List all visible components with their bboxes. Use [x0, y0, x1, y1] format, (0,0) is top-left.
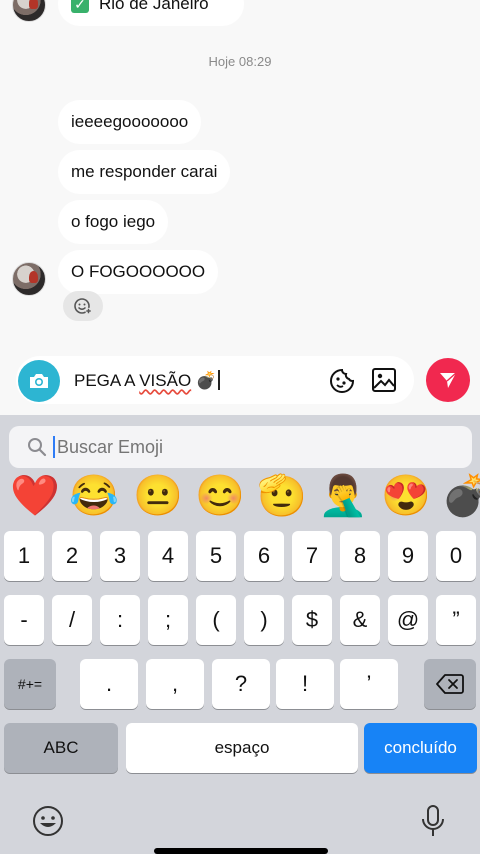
message-text: Rio de Janeiro — [99, 0, 209, 13]
gallery-button[interactable] — [371, 367, 397, 398]
text-caret — [218, 370, 221, 390]
message-bubble[interactable]: O FOGOOOOOO — [58, 250, 219, 294]
image-icon — [372, 368, 396, 392]
search-caret — [53, 436, 55, 458]
send-button[interactable] — [426, 358, 470, 402]
key[interactable]: & — [340, 595, 380, 645]
key[interactable]: @ — [388, 595, 428, 645]
key[interactable]: 3 — [100, 531, 140, 581]
dictation-button[interactable] — [418, 803, 448, 839]
sticker-icon — [330, 368, 355, 393]
key[interactable]: 6 — [244, 531, 284, 581]
key[interactable]: 1 — [4, 531, 44, 581]
key[interactable]: ! — [276, 659, 334, 709]
more-symbols-key[interactable]: #+= — [4, 659, 56, 709]
timestamp: Hoje 08:29 — [208, 54, 272, 69]
emoji-keyboard-button[interactable] — [30, 803, 66, 839]
key[interactable]: / — [52, 595, 92, 645]
key[interactable]: 2 — [52, 531, 92, 581]
check-icon: ✓ — [71, 0, 89, 13]
avatar[interactable] — [12, 0, 46, 22]
add-reaction-icon — [74, 298, 92, 315]
key[interactable]: , — [146, 659, 204, 709]
emoji-suggestion[interactable]: ❤️ — [10, 473, 60, 519]
key[interactable]: . — [80, 659, 138, 709]
done-key[interactable]: concluído — [364, 723, 477, 773]
emoji-suggestions: ❤️ 😂 😐 😊 🫡 🤦‍♂️ 😍 💣 — [0, 473, 480, 525]
emoji-suggestion[interactable]: 😍 — [381, 473, 431, 519]
chat-area: ✓ Rio de Janeiro Hoje 08:29 ieeeegoooooo… — [0, 0, 480, 415]
backspace-key[interactable] — [424, 659, 476, 709]
key[interactable]: ( — [196, 595, 236, 645]
key[interactable]: ; — [148, 595, 188, 645]
send-icon — [440, 372, 457, 388]
emoji-icon — [33, 806, 63, 836]
search-icon — [28, 438, 47, 457]
key[interactable]: 4 — [148, 531, 188, 581]
message-bubble[interactable]: me responder carai — [58, 150, 231, 194]
abc-key[interactable]: ABC — [4, 723, 118, 773]
key[interactable]: ’ — [340, 659, 398, 709]
add-reaction-button[interactable] — [63, 291, 103, 321]
keyboard: ❤️ 😂 😐 😊 🫡 🤦‍♂️ 😍 💣 1 2 3 4 5 6 7 8 9 0 … — [0, 415, 480, 854]
emoji-suggestion[interactable]: 😊 — [195, 473, 245, 519]
message-text: o fogo iego — [71, 212, 156, 231]
camera-icon — [30, 374, 48, 388]
key[interactable]: 8 — [340, 531, 380, 581]
key[interactable]: $ — [292, 595, 332, 645]
message-text: me responder carai — [71, 162, 218, 181]
message-text: ieeeegooooooo — [71, 112, 189, 131]
emoji-suggestion[interactable]: 🤦‍♂️ — [318, 473, 368, 519]
key[interactable]: 0 — [436, 531, 476, 581]
key[interactable]: 5 — [196, 531, 236, 581]
key[interactable]: 9 — [388, 531, 428, 581]
microphone-icon — [422, 805, 444, 836]
emoji-suggestion[interactable]: 😐 — [133, 473, 183, 519]
space-key[interactable]: espaço — [126, 723, 358, 773]
emoji-search-bar[interactable] — [9, 426, 472, 468]
message-input-emoji: 💣 — [191, 371, 218, 390]
key[interactable]: ” — [436, 595, 476, 645]
emoji-suggestion[interactable]: 💣 — [441, 473, 480, 519]
misspelled-word: VISÃO — [139, 371, 192, 390]
key[interactable]: 7 — [292, 531, 332, 581]
sticker-button[interactable] — [328, 367, 356, 400]
emoji-search-input[interactable] — [57, 436, 457, 458]
key[interactable]: : — [100, 595, 140, 645]
message-composer: PEGA A VISÃO 💣 — [16, 356, 414, 404]
home-indicator — [154, 848, 328, 854]
emoji-suggestion[interactable]: 🫡 — [257, 473, 307, 519]
backspace-icon — [436, 674, 464, 694]
key[interactable]: ) — [244, 595, 284, 645]
message-bubble[interactable]: o fogo iego — [58, 200, 169, 244]
message-input-text: PEGA A — [74, 371, 140, 390]
emoji-suggestion[interactable]: 😂 — [69, 473, 119, 519]
avatar[interactable] — [12, 262, 46, 296]
camera-button[interactable] — [18, 360, 60, 402]
message-input[interactable]: PEGA A VISÃO 💣 — [74, 370, 221, 391]
message-bubble[interactable]: ✓ Rio de Janeiro — [58, 0, 244, 26]
key[interactable]: ? — [212, 659, 270, 709]
key[interactable]: - — [4, 595, 44, 645]
message-bubble[interactable]: ieeeegooooooo — [58, 100, 202, 144]
message-text: O FOGOOOOOO — [71, 262, 206, 281]
